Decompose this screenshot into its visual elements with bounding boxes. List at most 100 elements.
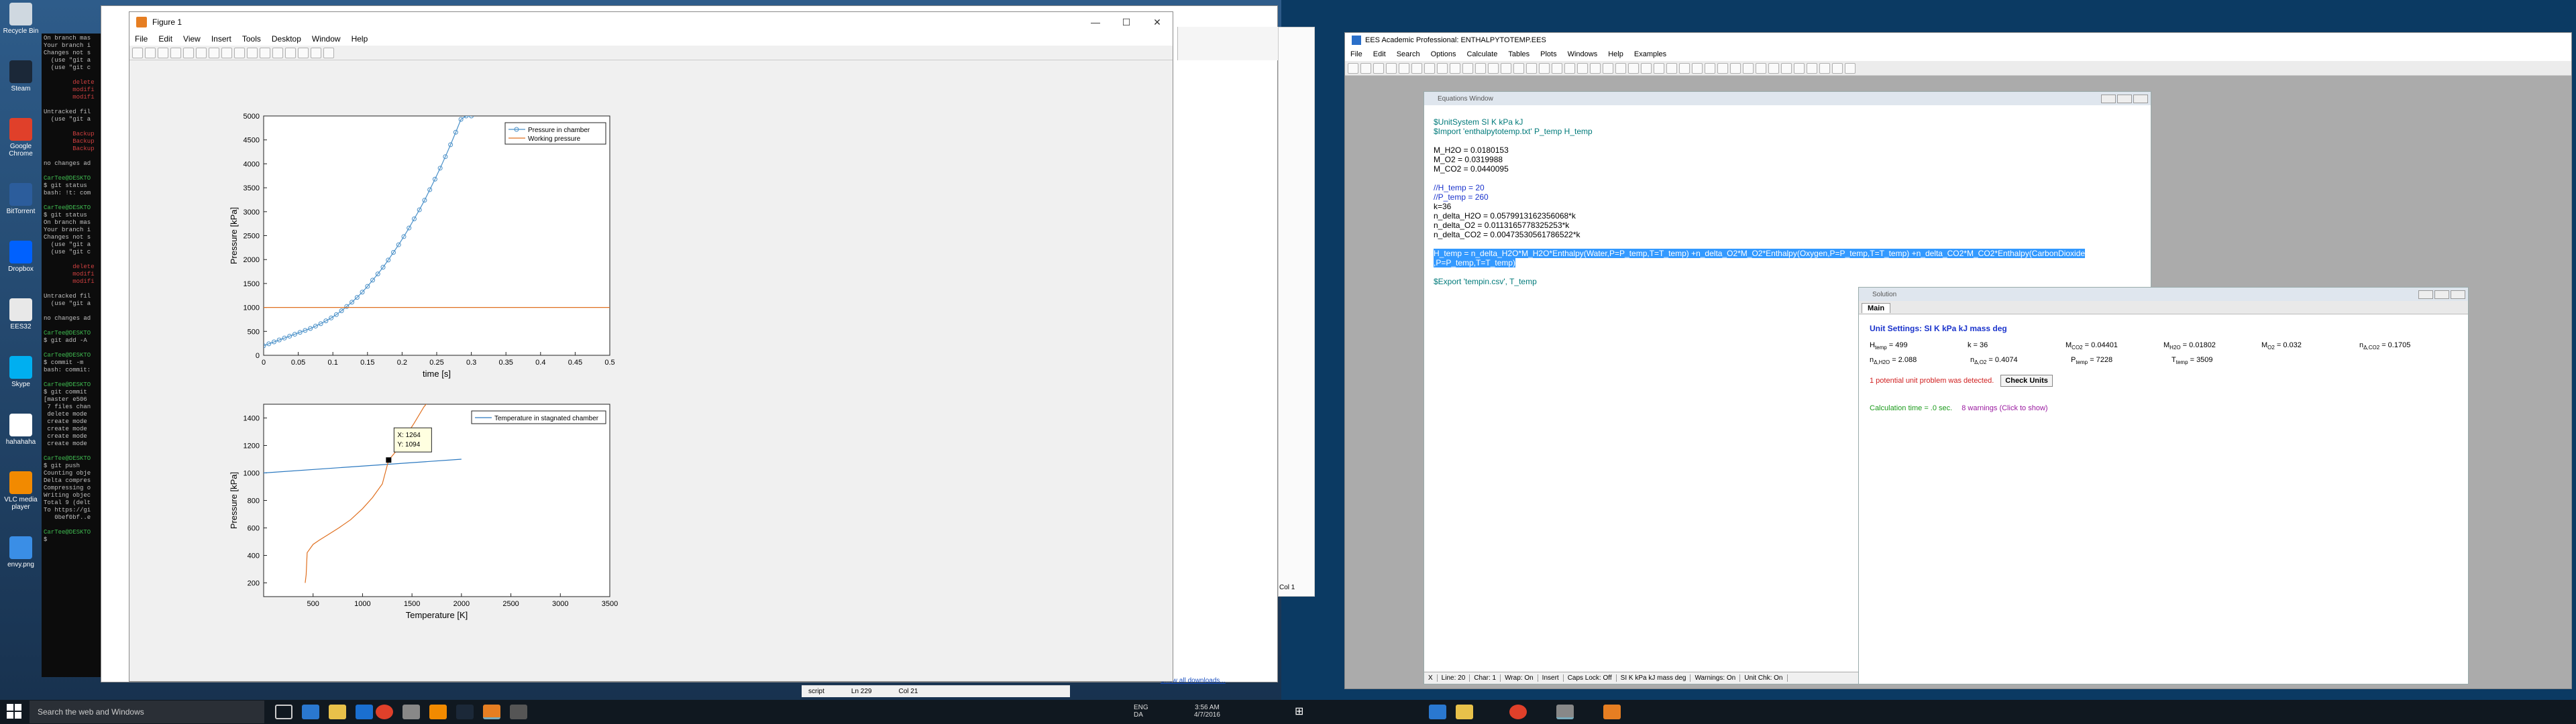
menu-file[interactable]: File [129,34,153,44]
ees-toolbar-button[interactable] [1513,62,1524,74]
ees-toolbar-button[interactable] [1705,62,1715,74]
ees-menu-plots[interactable]: Plots [1535,50,1562,58]
ees-toolbar-button[interactable] [1437,62,1448,74]
task-view-icon[interactable] [275,705,292,719]
ees-toolbar-button[interactable] [1845,62,1856,74]
ees-toolbar-button[interactable] [1730,62,1741,74]
language-indicator[interactable]: ENG DA [1134,704,1148,719]
ees-toolbar-button[interactable] [1807,62,1817,74]
print-icon[interactable] [170,47,181,58]
chart-1[interactable]: 500 1000 1500 2000 2500 3000 3500 200 400 600 800 1… [229,398,618,620]
desktop-icon[interactable]: hahahaha [1,414,40,446]
file-explorer-icon[interactable] [329,705,346,719]
maximize-button[interactable] [2117,94,2132,103]
ees-menu-file[interactable]: File [1345,50,1368,58]
new-figure-icon[interactable] [132,47,143,58]
file-explorer-icon[interactable] [1456,705,1473,719]
ees-menu-tables[interactable]: Tables [1503,50,1535,58]
desktop-icon[interactable]: Skype [1,356,40,388]
ees-toolbar-button[interactable] [1564,62,1575,74]
ees-toolbar-button[interactable] [1781,62,1792,74]
edge-icon[interactable] [302,705,319,719]
ees-toolbar-button[interactable] [1832,62,1843,74]
ees-toolbar-button[interactable] [1717,62,1728,74]
ees-toolbar-button[interactable] [1679,62,1690,74]
minimize-button[interactable] [2101,94,2116,103]
ees-menu-options[interactable]: Options [1426,50,1462,58]
menu-help[interactable]: Help [346,34,374,44]
chart-0[interactable]: 0 0.05 0.1 0.15 0.2 0.25 0.3 0.35 0.4 0.45 0.5 0 500… [229,113,615,379]
close-button[interactable]: ✕ [1142,17,1173,28]
figure-canvas[interactable]: 0 0.05 0.1 0.15 0.2 0.25 0.3 0.35 0.4 0.45 0.5 0 500… [129,60,1173,681]
close-button[interactable] [2133,94,2148,103]
pan-icon[interactable] [221,47,232,58]
zoom-in-icon[interactable] [196,47,207,58]
ees-toolbar-button[interactable] [1399,62,1409,74]
maximize-button[interactable]: ☐ [1111,17,1142,28]
desktop-icon[interactable]: Google Chrome [1,118,40,158]
ees-toolbar-button[interactable] [1539,62,1550,74]
minimize-button[interactable] [2418,290,2433,299]
ees-toolbar-button[interactable] [1743,62,1754,74]
ees-toolbar-button[interactable] [1768,62,1779,74]
minimize-button[interactable]: — [1080,17,1111,28]
clock[interactable]: 3:56 AM 4/7/2016 [1194,704,1220,719]
start-button[interactable] [7,704,21,719]
git-bash-icon[interactable] [510,705,527,719]
check-units-button[interactable]: Check Units [2000,375,2053,387]
ees-toolbar-button[interactable] [1692,62,1703,74]
edge-icon[interactable] [1429,705,1446,719]
menu-view[interactable]: View [178,34,206,44]
ees-toolbar-button[interactable] [1590,62,1601,74]
colorbar-icon[interactable] [285,47,296,58]
vlc-icon[interactable] [429,705,447,719]
rotate-icon[interactable] [234,47,245,58]
ees-toolbar-button[interactable] [1552,62,1562,74]
ees-toolbar-button[interactable] [1360,62,1371,74]
desktop-icon[interactable]: Dropbox [1,241,40,273]
edit-plot-icon[interactable] [183,47,194,58]
windows-logo-icon[interactable]: ⊞ [1295,705,1312,719]
ees-toolbar-button[interactable] [1603,62,1613,74]
matlab-taskbar-icon[interactable] [483,705,500,719]
ees-toolbar-button[interactable] [1526,62,1537,74]
ees-taskbar-icon[interactable] [402,705,420,719]
data-cursor-icon[interactable] [247,47,258,58]
ees-taskbar-icon[interactable] [1556,705,1574,719]
desktop-icon[interactable]: Steam [1,60,40,93]
ees-menu-search[interactable]: Search [1391,50,1426,58]
hide-tools-icon[interactable] [311,47,321,58]
ees-toolbar-button[interactable] [1348,62,1358,74]
open-file-icon[interactable] [145,47,156,58]
equations-editor[interactable]: $UnitSystem SI K kPa kJ $Import 'enthalpy… [1424,105,2151,298]
matlab-taskbar-icon[interactable] [1603,705,1621,719]
ees-menu-calculate[interactable]: Calculate [1461,50,1503,58]
desktop-icon[interactable]: envy.png [1,536,40,568]
ees-toolbar-button[interactable] [1424,62,1435,74]
menu-tools[interactable]: Tools [237,34,266,44]
tab-main[interactable]: Main [1862,303,1891,313]
menu-window[interactable]: Window [307,34,346,44]
ees-toolbar-button[interactable] [1641,62,1652,74]
menu-edit[interactable]: Edit [153,34,178,44]
ees-toolbar-button[interactable] [1577,62,1588,74]
desktop-icon[interactable]: BitTorrent [1,183,40,215]
ees-toolbar-button[interactable] [1462,62,1473,74]
maximize-button[interactable] [2434,290,2449,299]
ees-toolbar-button[interactable] [1386,62,1397,74]
search-box[interactable]: Search the web and Windows [30,701,264,723]
link-icon[interactable] [272,47,283,58]
ees-toolbar-button[interactable] [1450,62,1460,74]
ees-toolbar-button[interactable] [1628,62,1639,74]
ees-menu-help[interactable]: Help [1603,50,1629,58]
ees-toolbar-button[interactable] [1373,62,1384,74]
desktop-icon[interactable]: EES32 [1,298,40,330]
store-icon[interactable] [356,705,373,719]
ees-menu-examples[interactable]: Examples [1629,50,1672,58]
brush-icon[interactable] [260,47,270,58]
zoom-out-icon[interactable] [209,47,219,58]
datatip-marker[interactable] [386,457,392,463]
ees-menu-windows[interactable]: Windows [1562,50,1603,58]
save-icon[interactable] [158,47,168,58]
ees-toolbar-button[interactable] [1615,62,1626,74]
